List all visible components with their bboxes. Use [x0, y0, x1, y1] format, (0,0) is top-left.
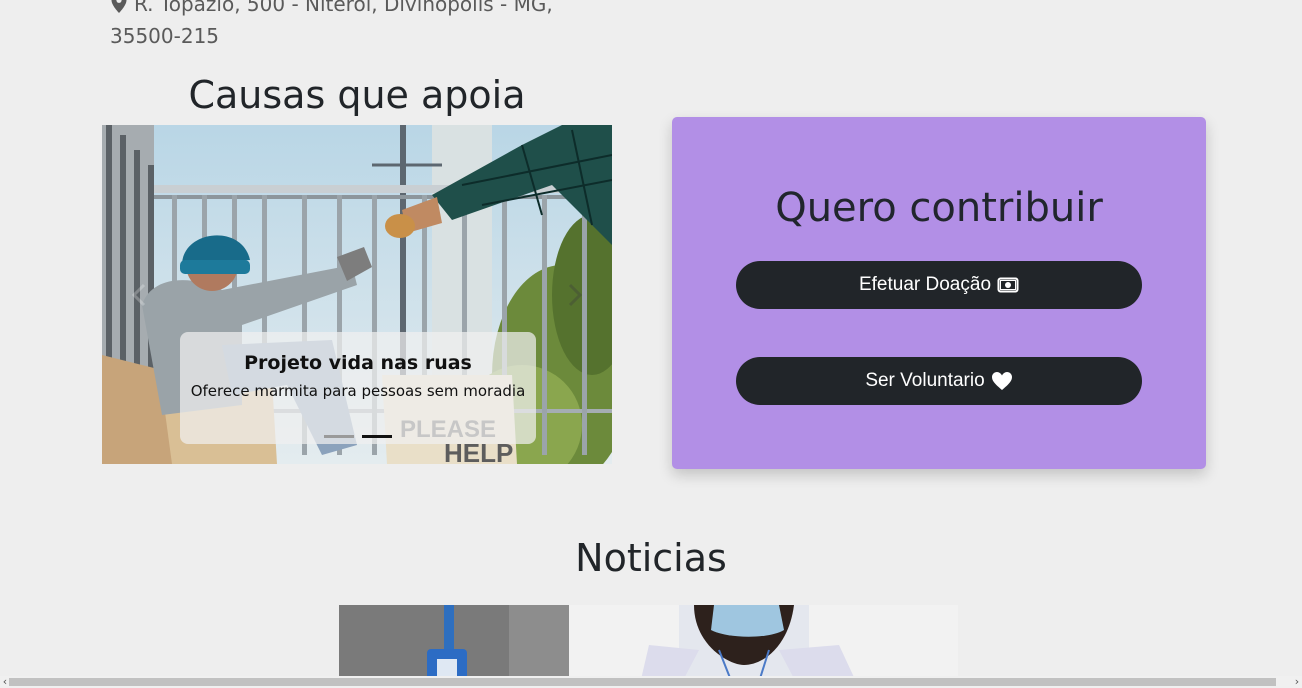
map-pin-icon [111, 0, 127, 13]
causes-title: Causas que apoia [188, 73, 526, 117]
slide-title: Projeto vida nas ruas [244, 352, 472, 374]
scrollbar-thumb[interactable] [9, 678, 1276, 686]
chevron-left-icon [131, 283, 146, 307]
contribute-title: Quero contribuir [775, 185, 1103, 231]
donate-button-label: Efetuar Doação [858, 274, 992, 295]
address: R. Topázio, 500 - Niterói, Divinópolis -… [110, 0, 570, 52]
carousel-indicator-2[interactable] [362, 435, 392, 438]
cash-icon [997, 277, 1019, 293]
slide-description: Oferece marmita para pessoas sem moradia [190, 382, 526, 400]
chevron-right-icon [568, 283, 583, 307]
address-line-2: 35500-215 [110, 24, 220, 48]
page: R. Topázio, 500 - Niterói, Divinópolis -… [0, 0, 1302, 688]
contribute-card: Quero contribuir Efetuar Doação Ser Volu… [672, 117, 1206, 469]
carousel-next-button[interactable] [560, 275, 590, 315]
causes-carousel[interactable]: PLEASE HELP Projeto vida nas ruas Oferec… [102, 125, 612, 464]
volunteer-button-label: Ser Voluntario [865, 370, 985, 391]
carousel-indicator-1[interactable] [324, 435, 354, 438]
scroll-right-icon[interactable]: › [1292, 676, 1302, 688]
volunteer-button[interactable]: Ser Voluntario [736, 357, 1142, 405]
carousel-indicators [324, 435, 392, 438]
news-title: Noticias [575, 536, 727, 580]
donate-button[interactable]: Efetuar Doação [736, 261, 1142, 309]
carousel-prev-button[interactable] [124, 275, 154, 315]
horizontal-scrollbar[interactable]: ‹ › [0, 676, 1302, 688]
carousel-caption: Projeto vida nas ruas Oferece marmita pa… [180, 332, 536, 444]
heart-icon [991, 372, 1012, 390]
address-line-1: R. Topázio, 500 - Niterói, Divinópolis -… [134, 0, 553, 16]
